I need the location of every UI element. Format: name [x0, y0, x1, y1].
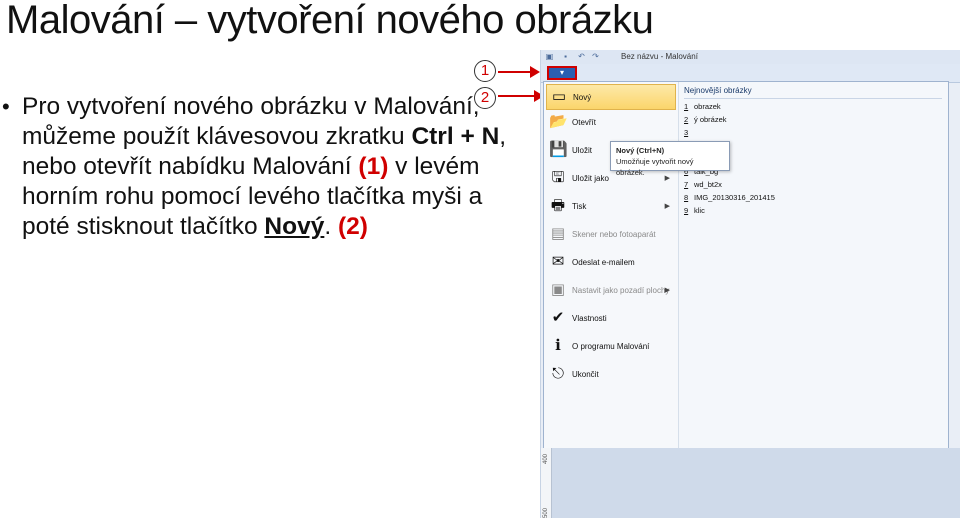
bullet-text: Pro vytvoření nového obrázku v Malování,… — [22, 92, 520, 242]
recent-pictures-title: Nejnovější obrázky — [684, 86, 752, 95]
callout-1-arrowhead — [530, 66, 540, 78]
paint-menu-button[interactable]: ▾ — [547, 66, 577, 80]
recent-item-number: 1 — [684, 102, 689, 111]
recent-item-name: ý obrázek — [694, 115, 727, 124]
recent-item-number: 7 — [684, 180, 689, 189]
menu-item[interactable]: ▤ Skener nebo fotoaparát — [546, 222, 676, 248]
callout-1-marker: 1 — [474, 60, 496, 82]
recent-item-name: klic — [694, 206, 705, 215]
recent-item[interactable]: 9 klic — [684, 206, 705, 215]
callout-2-ref: (2) — [337, 213, 368, 240]
undo-icon[interactable]: ↶ — [577, 52, 586, 61]
recent-item-name: obrazek — [694, 102, 721, 111]
recent-item[interactable]: 3 — [684, 128, 694, 137]
callout-2-marker: 2 — [474, 87, 496, 109]
menu-item-label: Skener nebo fotoaparát — [572, 230, 656, 239]
bullet-symbol: • — [2, 94, 10, 119]
tooltip-text: Umožňuje vytvořit nový obrázek. — [616, 157, 694, 177]
menu-item[interactable]: ⎋ Ukončit — [546, 362, 676, 388]
menu-item-label: Vlastnosti — [572, 314, 607, 323]
checkmark-icon: ✔ — [551, 309, 565, 326]
menu-item-label: Nastavit jako pozadí plochy — [572, 286, 670, 295]
menu-item[interactable]: 📂 Otevřít — [546, 110, 676, 136]
window-title: Bez názvu - Malování — [621, 52, 698, 61]
ruler-label: 500 — [543, 507, 550, 518]
shortcut-text: Ctrl + N — [411, 123, 500, 150]
bullet-paragraph: • Pro vytvoření nového obrázku v Malován… — [0, 92, 520, 242]
menu-item-label: O programu Malování — [572, 342, 650, 351]
paint-app-icon: ▣ — [545, 52, 554, 61]
new-button-ref: Nový — [264, 213, 325, 240]
recent-item-number: 9 — [684, 206, 689, 215]
redo-icon[interactable]: ↷ — [591, 52, 600, 61]
menu-item-label: Nový — [573, 93, 592, 102]
scanner-icon: ▤ — [550, 225, 566, 242]
floppy-icon: 💾 — [549, 141, 568, 158]
printer-icon: 🖶 — [550, 197, 566, 214]
recent-item-number: 8 — [684, 193, 689, 202]
menu-item[interactable]: ▭ Nový — [546, 84, 676, 110]
menu-item-label: Odeslat e-mailem — [572, 258, 635, 267]
callout-1-ref: (1) — [358, 153, 389, 180]
canvas-area[interactable] — [543, 448, 960, 518]
recent-item[interactable]: 8 IMG_20130316_201415 — [684, 193, 775, 202]
open-folder-icon: 📂 — [549, 113, 568, 130]
menu-item-label: Ukončit — [572, 370, 599, 379]
tooltip-title: Nový (Ctrl+N) — [616, 146, 665, 155]
quick-access-toolbar: ▣ ▪ ↶ ↷ Bez názvu - Malování — [541, 50, 960, 64]
menu-item[interactable]: 🖶 Tisk ▶ — [546, 194, 676, 220]
exit-icon: ⎋ — [552, 365, 564, 382]
info-icon: ℹ — [555, 337, 561, 354]
new-file-icon: ▭ — [551, 88, 567, 105]
submenu-arrow-icon: ▶ — [664, 203, 670, 210]
recent-item-name: wd_bt2x — [694, 180, 722, 189]
recent-pictures-panel: Nejnovější obrázky 1obrazek2ý obrázek34a… — [680, 82, 946, 448]
recent-item-name: IMG_20130316_201415 — [694, 193, 775, 202]
recent-item[interactable]: 2 ý obrázek — [684, 115, 727, 124]
vertical-ruler: 400 500 — [541, 448, 552, 518]
paint-application-menu: ▭ Nový 📂 Otevřít 💾 Uložit 🖫 Uložit jako ▶ 🖶 Tisk ▶ ▤… — [543, 81, 949, 449]
menu-item[interactable]: ✉ Odeslat e-mailem — [546, 250, 676, 276]
menu-item-label: Otevřít — [572, 118, 597, 127]
desktop-background-icon: ▣ — [550, 281, 566, 298]
menu-item-label: Uložit jako — [572, 174, 609, 183]
new-tooltip: Nový (Ctrl+N) Umožňuje vytvořit nový obr… — [610, 141, 730, 177]
chevron-down-icon: ▾ — [559, 68, 564, 77]
recent-item-number: 2 — [684, 115, 689, 124]
save-icon[interactable]: ▪ — [561, 52, 570, 61]
submenu-arrow-icon: ▶ — [664, 287, 670, 294]
menu-item-label: Uložit — [572, 146, 593, 155]
recent-item[interactable]: 1 obrazek — [684, 102, 721, 111]
save-as-icon: 🖫 — [551, 169, 565, 186]
slide-title: Malování – vytvoření nového obrázku — [6, 0, 654, 42]
paint-window: ▣ ▪ ↶ ↷ Bez názvu - Malování ▾ ▭ Nový 📂 Ote… — [540, 50, 960, 518]
text-part-4: . — [324, 213, 338, 240]
menu-item[interactable]: ℹ O programu Malování — [546, 334, 676, 360]
ruler-label: 400 — [543, 453, 550, 465]
callout-1-arrow — [498, 71, 532, 73]
menu-commands: ▭ Nový 📂 Otevřít 💾 Uložit 🖫 Uložit jako ▶ 🖶 Tisk ▶ ▤… — [544, 82, 679, 448]
recent-divider — [684, 98, 942, 99]
recent-item[interactable]: 7 wd_bt2x — [684, 180, 722, 189]
menu-item[interactable]: ✔ Vlastnosti — [546, 306, 676, 332]
menu-item[interactable]: ▣ Nastavit jako pozadí plochy ▶ — [546, 278, 676, 304]
callout-2-arrow — [498, 95, 536, 97]
email-icon: ✉ — [551, 253, 565, 270]
menu-item-label: Tisk — [572, 202, 587, 211]
recent-item-number: 3 — [684, 128, 689, 137]
